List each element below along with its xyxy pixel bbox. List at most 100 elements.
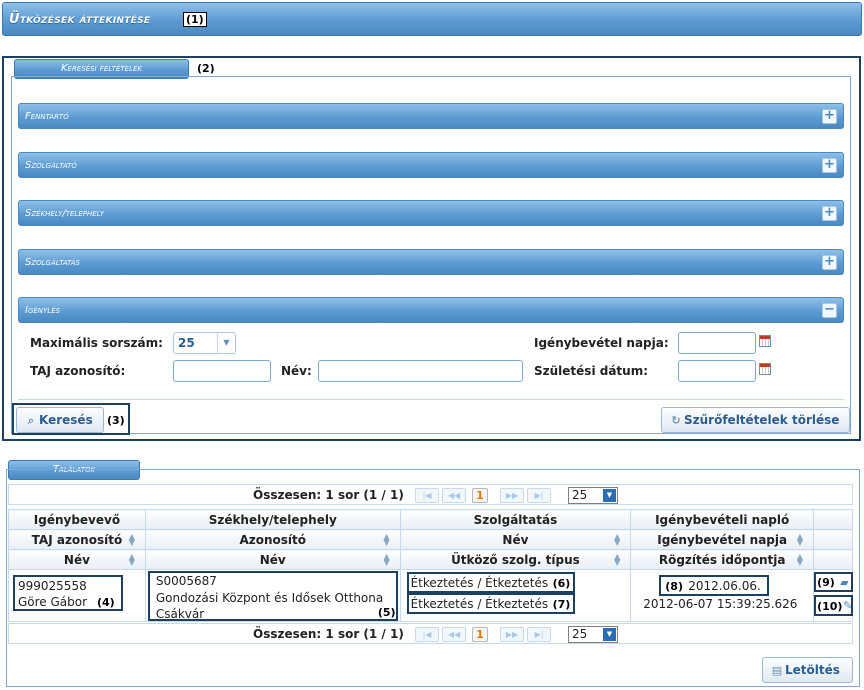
clear-filters-button[interactable]: ↻ Szűrőfeltételek törlése bbox=[661, 407, 850, 433]
results-table: Igénybevevő Székhely/telephely Szolgálta… bbox=[8, 509, 854, 622]
marker-4: (4) bbox=[97, 596, 115, 609]
page-size-select[interactable]: 25 ▼ bbox=[568, 626, 618, 643]
col-taj[interactable]: TAJ azonosító ▲ ▼ bbox=[8, 529, 146, 550]
sort-icon: ▲ ▼ bbox=[128, 532, 135, 547]
marker-8-box: (8) 2012.06.06. bbox=[659, 575, 770, 596]
refresh-icon: ↻ bbox=[671, 414, 681, 427]
marker-8: (8) bbox=[665, 580, 683, 593]
col-group-szekhely: Székhely/telephely bbox=[144, 509, 401, 530]
sort-icon: ▲ ▼ bbox=[128, 552, 135, 567]
sort-icon: ▲ ▼ bbox=[796, 552, 804, 567]
service-name: Étkeztetés / Étkeztetés bbox=[410, 576, 549, 590]
max-sorszam-select[interactable]: 25 ▼ bbox=[173, 332, 236, 354]
chevron-down-icon[interactable]: ▼ bbox=[217, 333, 235, 353]
recorded-timestamp: 2012-06-07 15:39:25.626 bbox=[643, 597, 798, 611]
last-page-icon[interactable]: ▶| bbox=[527, 627, 551, 642]
site-name: Gondozási Központ és Idősek Otthona Csák… bbox=[155, 591, 384, 621]
current-page[interactable]: 1 bbox=[472, 627, 488, 642]
szuletesi-datum-input[interactable] bbox=[678, 360, 756, 382]
col-group-szolgaltatas: Szolgáltatás bbox=[399, 509, 632, 530]
taj-input[interactable] bbox=[173, 360, 271, 382]
prev-page-icon[interactable]: ◀◀ bbox=[442, 488, 466, 503]
page-size-value: 25 bbox=[572, 488, 588, 502]
cell-actions: (9) ▰ (10) ✎ bbox=[813, 569, 854, 622]
prev-page-icon[interactable]: ◀◀ bbox=[442, 627, 466, 642]
pager-summary: Összesen: 1 sor (1 / 1) bbox=[253, 627, 404, 641]
marker-9: (9) bbox=[817, 576, 835, 589]
divider bbox=[18, 399, 844, 400]
section-fenntarto[interactable]: Fenntartó + bbox=[18, 103, 844, 129]
col-azonosito-label: Azonosító bbox=[239, 532, 306, 547]
sort-icon: ▲ ▼ bbox=[383, 532, 390, 547]
sort-icon: ▲ ▼ bbox=[614, 552, 621, 567]
col-szekhely-nev-label: Név bbox=[259, 552, 286, 567]
section-szekhely[interactable]: Székhely/telephely + bbox=[18, 200, 844, 226]
download-button-label: Letöltés bbox=[785, 663, 840, 677]
szuletesi-datum-label: Születési dátum: bbox=[534, 364, 648, 378]
sort-icon: ▲ ▼ bbox=[383, 552, 390, 567]
client-name: Göre Gábor bbox=[18, 595, 88, 609]
next-page-icon[interactable]: ▶▶ bbox=[500, 627, 524, 642]
col-azonosito[interactable]: Azonosító ▲ ▼ bbox=[144, 529, 401, 550]
expand-icon[interactable]: + bbox=[822, 206, 837, 221]
col-group-igenybevevo: Igénybevevő bbox=[8, 509, 146, 530]
nev-input[interactable] bbox=[318, 360, 523, 382]
search-icon: ⌕ bbox=[27, 414, 35, 427]
clear-filters-label: Szűrőfeltételek törlése bbox=[684, 413, 840, 427]
section-szolgaltato[interactable]: Szolgáltató + bbox=[18, 152, 844, 178]
col-nev[interactable]: Név ▲ ▼ bbox=[8, 549, 146, 570]
collapse-icon[interactable]: − bbox=[822, 303, 837, 318]
expand-icon[interactable]: + bbox=[822, 109, 837, 124]
pager-top: Összesen: 1 sor (1 / 1) |◀ ◀◀ 1 ▶▶ ▶| 25… bbox=[8, 484, 853, 505]
section-igenyles[interactable]: Igénylés − bbox=[18, 297, 844, 323]
marker-10: (10) bbox=[817, 600, 843, 613]
edit-pencil-icon[interactable]: ✎ bbox=[843, 599, 852, 612]
cell-szekhely: S0005687 Gondozási Központ és Idősek Ott… bbox=[144, 569, 401, 622]
marker-9-box: (9) ▰ bbox=[814, 572, 854, 592]
col-utkozo-tipus-label: Ütköző szolg. típus bbox=[451, 552, 580, 567]
max-sorszam-value: 25 bbox=[178, 336, 195, 350]
open-folder-icon[interactable]: ▰ bbox=[840, 576, 848, 589]
sort-icon: ▲ ▼ bbox=[614, 532, 621, 547]
search-button-label: Keresés bbox=[39, 413, 93, 427]
col-rogzites[interactable]: Rögzítés időpontja ▲ ▼ bbox=[630, 549, 815, 570]
page-size-select[interactable]: 25 ▼ bbox=[568, 487, 618, 504]
col-actions bbox=[813, 529, 853, 550]
pager-summary: Összesen: 1 sor (1 / 1) bbox=[253, 488, 404, 502]
calendar-icon[interactable] bbox=[759, 335, 771, 347]
col-utkozo-tipus[interactable]: Ütköző szolg. típus ▲ ▼ bbox=[399, 549, 632, 570]
taj-label: TAJ azonosító: bbox=[30, 364, 126, 378]
last-page-icon[interactable]: ▶| bbox=[527, 488, 551, 503]
search-criteria-box: Fenntartó + Szolgáltató + Székhely/telep… bbox=[11, 76, 851, 434]
search-button[interactable]: ⌕ Keresés bbox=[16, 407, 104, 433]
igenybevetel-napja-label: Igénybevétel napja: bbox=[534, 336, 669, 350]
next-page-icon[interactable]: ▶▶ bbox=[500, 488, 524, 503]
section-szolgaltatas[interactable]: Szolgáltatás + bbox=[18, 249, 844, 275]
col-szekhely-nev[interactable]: Név ▲ ▼ bbox=[144, 549, 401, 570]
col-taj-label: TAJ azonosító bbox=[31, 532, 123, 547]
current-page[interactable]: 1 bbox=[472, 488, 488, 503]
marker-6-box: Étkeztetés / Étkeztetés (6) bbox=[406, 572, 575, 593]
sort-icon: ▲ ▼ bbox=[796, 532, 804, 547]
chevron-down-icon: ▼ bbox=[603, 489, 616, 502]
first-page-icon[interactable]: |◀ bbox=[415, 627, 439, 642]
table-row[interactable]: 999025558 Göre Gábor (4) S0005687 Gondoz… bbox=[8, 569, 854, 622]
col-actions bbox=[813, 549, 853, 570]
download-button[interactable]: ▤ Letöltés bbox=[762, 657, 853, 683]
igenybevetel-napja-input[interactable] bbox=[678, 332, 756, 354]
pager-bottom: Összesen: 1 sor (1 / 1) |◀ ◀◀ 1 ▶▶ ▶| 25… bbox=[8, 623, 853, 644]
calendar-icon[interactable] bbox=[759, 363, 771, 375]
marker-7-box: Étkeztetés / Étkeztetés (7) bbox=[406, 593, 575, 614]
section-label: Fenntartó bbox=[25, 111, 69, 122]
download-icon: ▤ bbox=[771, 664, 783, 677]
expand-icon[interactable]: + bbox=[822, 158, 837, 173]
conflict-type: Étkeztetés / Étkeztetés bbox=[410, 597, 549, 611]
col-szolg-nev[interactable]: Név ▲ ▼ bbox=[399, 529, 632, 550]
cell-szolgaltatas: Étkeztetés / Étkeztetés (6) Étkeztetés /… bbox=[399, 569, 632, 622]
expand-icon[interactable]: + bbox=[822, 255, 837, 270]
first-page-icon[interactable]: |◀ bbox=[415, 488, 439, 503]
col-igenybevetel-napja[interactable]: Igénybevétel napja ▲ ▼ bbox=[630, 529, 815, 550]
marker-5-box: S0005687 Gondozási Központ és Idősek Ott… bbox=[147, 571, 398, 621]
taj-value: 999025558 bbox=[18, 579, 87, 593]
section-label: Székhely/telephely bbox=[25, 208, 105, 219]
